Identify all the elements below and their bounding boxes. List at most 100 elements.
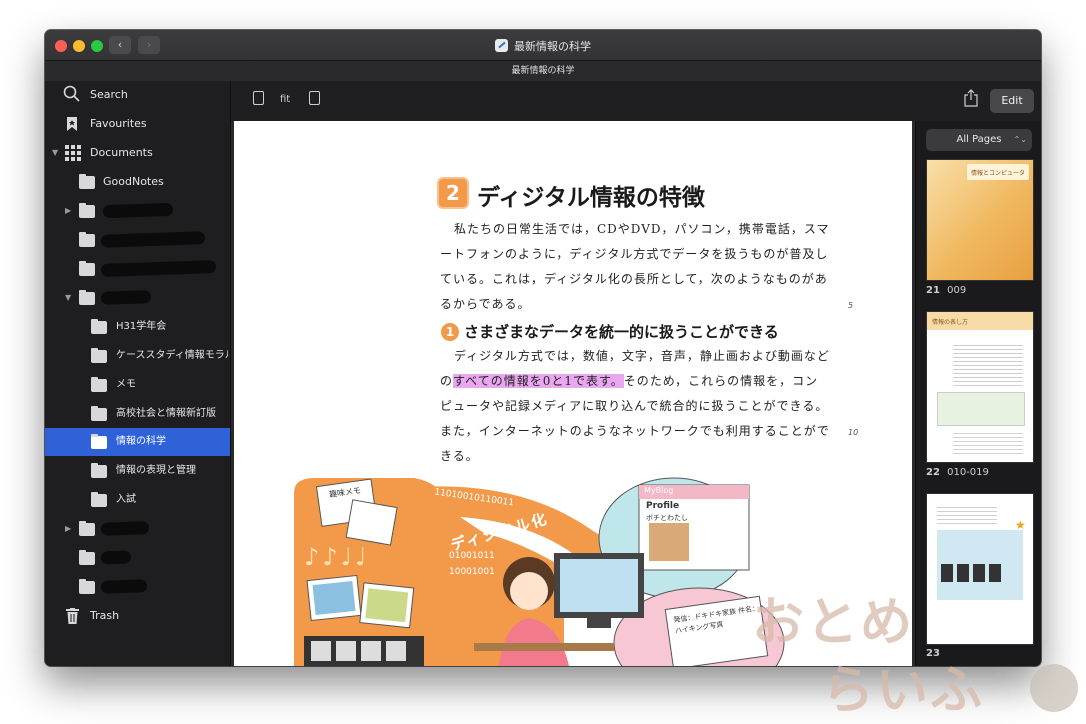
paragraph-1: 私たちの日常生活では，CDやDVD，パソコン，携帯電話，スマートフォンのように，… xyxy=(440,217,830,317)
sidebar: Search Favourites ▼ Documents GoodNotes … xyxy=(45,81,231,666)
watermark-line-2: らいふ xyxy=(822,661,985,721)
page-thumbnails-panel: All Pages ⌃⌄ 情報とコンピュータ 21 009 情報の表し方 22 … xyxy=(915,121,1041,666)
app-window: ‹ › 最新情報の科学 最新情報の科学 Search Favourites ▼ … xyxy=(45,30,1041,666)
edit-button[interactable]: Edit xyxy=(990,89,1034,113)
chevron-right-icon[interactable]: ▶ xyxy=(65,515,71,543)
thumbnail-label-21: 21 009 xyxy=(926,285,966,296)
section-number-badge: 2 xyxy=(437,177,469,209)
sidebar-item-label: 情報の科学 xyxy=(116,436,166,447)
window-title: 最新情報の科学 xyxy=(45,38,1041,54)
sidebar-item-social[interactable]: 高校社会と情報新訂版 xyxy=(45,400,230,428)
watermark-line-1: おとめ xyxy=(752,593,915,653)
highlighted-text[interactable]: すべての情報を0と1で表す。 xyxy=(453,374,624,388)
folder-icon xyxy=(79,232,95,247)
search-icon xyxy=(63,85,80,102)
sidebar-item-search[interactable]: Search xyxy=(45,81,230,109)
thumbnail-text-block xyxy=(953,342,1023,386)
thumbnail-page-number: 21 xyxy=(926,285,940,296)
section-number: 2 xyxy=(446,181,460,205)
binary-digits-2: 01001011 xyxy=(449,551,495,561)
document-toolbar: fit Edit xyxy=(231,81,1041,121)
sidebar-item-favourites[interactable]: Favourites xyxy=(45,110,230,138)
grid-icon xyxy=(65,145,81,161)
sidebar-item-redacted-7[interactable] xyxy=(45,573,230,601)
sidebar-item-label: 入試 xyxy=(116,494,136,505)
sidebar-item-goodnotes[interactable]: GoodNotes xyxy=(45,168,230,196)
thumbnail-page-23[interactable]: ★ xyxy=(926,493,1034,645)
sidebar-item-label: 情報の表現と管理 xyxy=(116,465,196,476)
sidebar-item-memo[interactable]: メモ xyxy=(45,371,230,399)
star-icon: ★ xyxy=(1015,518,1026,532)
sidebar-item-label: メモ xyxy=(116,379,136,390)
redaction-mark xyxy=(100,521,150,536)
binary-digits-3: 10001001 xyxy=(449,567,495,577)
bookmark-icon xyxy=(67,117,77,131)
sidebar-item-redacted-1[interactable]: ▶ xyxy=(45,197,230,225)
sidebar-item-redacted-4[interactable]: ▼ xyxy=(45,284,230,312)
folder-icon xyxy=(79,550,95,565)
chevron-right-icon[interactable]: ▶ xyxy=(65,197,71,225)
sidebar-item-label: H31学年会 xyxy=(116,321,167,332)
thumbnail-page-22[interactable]: 情報の表し方 xyxy=(926,311,1034,463)
folder-icon xyxy=(91,319,107,334)
sidebar-item-redacted-3[interactable] xyxy=(45,255,230,283)
folder-icon xyxy=(79,521,95,536)
share-icon[interactable] xyxy=(964,89,978,107)
folder-icon xyxy=(79,174,95,189)
add-page-icon[interactable] xyxy=(309,91,320,105)
sidebar-item-joho-no-kagaku[interactable]: 情報の科学 xyxy=(45,428,230,456)
redaction-mark xyxy=(100,550,132,565)
all-pages-label: All Pages xyxy=(956,134,1002,145)
thumbnail-page-range: 010-019 xyxy=(947,467,989,478)
chevron-updown-icon: ⌃⌄ xyxy=(1013,135,1027,144)
thumbnail-heading: 情報とコンピュータ xyxy=(971,170,1026,177)
sidebar-item-redacted-2[interactable] xyxy=(45,226,230,254)
sidebar-item-label: ケーススタディ情報モラル xyxy=(116,350,228,361)
redaction-mark xyxy=(102,202,174,219)
document-tab[interactable]: 最新情報の科学 xyxy=(45,60,1041,82)
sidebar-item-label: GoodNotes xyxy=(103,175,164,188)
fit-button[interactable]: fit xyxy=(280,94,290,105)
sidebar-item-trash[interactable]: Trash xyxy=(45,602,230,630)
folder-icon xyxy=(91,406,107,421)
chevron-down-icon[interactable]: ▼ xyxy=(65,284,71,312)
chevron-down-icon[interactable]: ▼ xyxy=(52,139,58,167)
goodnotes-app-icon xyxy=(495,39,508,52)
redaction-mark xyxy=(100,231,206,248)
folder-icon xyxy=(79,579,95,594)
thumbnail-page-range: 009 xyxy=(947,285,967,296)
folder-icon xyxy=(91,377,107,392)
document-tab-label: 最新情報の科学 xyxy=(511,66,575,76)
sidebar-item-hyougen[interactable]: 情報の表現と管理 xyxy=(45,457,230,485)
blog-profile: Profile xyxy=(646,501,680,511)
thumbnail-heading-box: 情報とコンピュータ xyxy=(967,164,1029,180)
sidebar-item-h31[interactable]: H31学年会 xyxy=(45,313,230,341)
music-notes-icon: ♪♪♩♩ xyxy=(304,543,370,571)
sidebar-item-case-study[interactable]: ケーススタディ情報モラル xyxy=(45,342,230,370)
sidebar-item-label: Trash xyxy=(90,609,120,622)
sidebar-item-redacted-6[interactable] xyxy=(45,544,230,572)
subsection-number: 1 xyxy=(445,325,455,339)
thumbnail-page-number: 22 xyxy=(926,467,940,478)
thumbnail-footer-text xyxy=(953,430,1023,454)
redaction-mark xyxy=(100,290,152,305)
thumbnail-figure-dark xyxy=(941,564,1001,582)
thumbnail-page-21[interactable]: 情報とコンピュータ xyxy=(926,159,1034,281)
page-settings-icon[interactable] xyxy=(253,91,264,105)
sidebar-item-redacted-5[interactable]: ▶ xyxy=(45,515,230,543)
subsection-number-badge: 1 xyxy=(441,323,459,341)
section-title: ディジタル情報の特徴 xyxy=(477,185,705,211)
sidebar-item-label: Documents xyxy=(90,146,153,159)
blog-subtitle: ボチとわたし xyxy=(646,514,688,522)
subsection-title: さまざまなデータを統一的に扱うことができる xyxy=(464,323,779,341)
all-pages-dropdown[interactable]: All Pages ⌃⌄ xyxy=(926,129,1032,151)
thumbnail-figure xyxy=(937,392,1025,426)
trash-icon xyxy=(66,608,79,624)
sidebar-item-documents[interactable]: ▼ Documents xyxy=(45,139,230,167)
paragraph-2: ディジタル方式では，数値，文字，音声，静止画および動画などのすべての情報を0と1… xyxy=(440,344,830,469)
sidebar-item-nyushi[interactable]: 入試 xyxy=(45,486,230,514)
sidebar-item-label: Favourites xyxy=(90,117,147,130)
thumbnail-label-22: 22 010-019 xyxy=(926,467,989,478)
redaction-mark xyxy=(100,579,148,594)
folder-icon xyxy=(91,434,107,449)
